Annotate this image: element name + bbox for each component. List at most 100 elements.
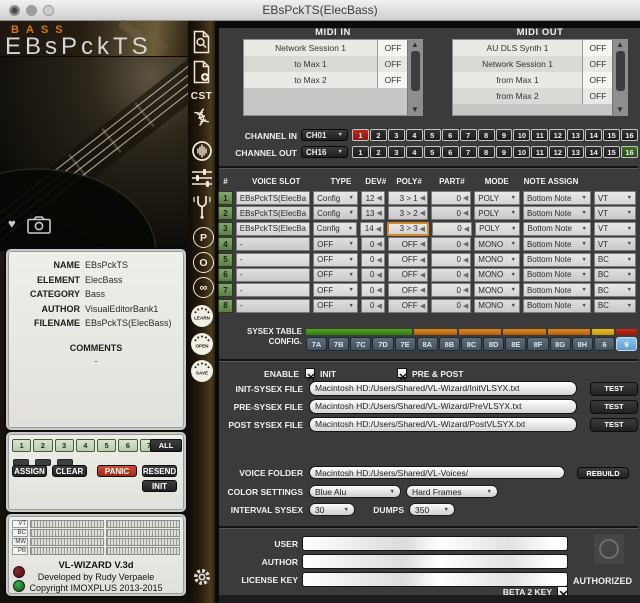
stepper-arrow-icon[interactable]: ◀ bbox=[376, 271, 381, 279]
channel-in-select[interactable]: CH01▼ bbox=[301, 129, 348, 141]
slot-number[interactable]: 3 bbox=[218, 222, 233, 236]
midi-port-state[interactable]: OFF bbox=[377, 40, 408, 56]
slot-number[interactable]: 8 bbox=[218, 299, 233, 313]
slot-all-button[interactable]: ALL bbox=[150, 439, 182, 452]
mode-select[interactable]: MONO▼ bbox=[474, 283, 520, 297]
poly-number-stepper[interactable]: 3 > 2◀ bbox=[388, 206, 428, 220]
settings-gear-icon[interactable] bbox=[189, 564, 214, 595]
meter-multislider[interactable] bbox=[30, 538, 104, 546]
channel-button[interactable]: 8 bbox=[478, 146, 495, 158]
clear-button[interactable]: CLEAR bbox=[52, 465, 87, 477]
midi-port-row[interactable]: to Max 2 OFF bbox=[244, 72, 408, 88]
part-number-stepper[interactable]: 0◀ bbox=[431, 253, 471, 267]
note-assign-select[interactable]: Bottom Note▼ bbox=[523, 206, 591, 220]
sysex-config-button[interactable]: 6 bbox=[594, 337, 615, 351]
slot-name-field[interactable]: - bbox=[236, 283, 310, 297]
poly-number-stepper[interactable]: OFF◀ bbox=[388, 237, 428, 251]
dev-number-stepper[interactable]: 0◀ bbox=[361, 253, 385, 267]
init-enable-checkbox[interactable] bbox=[305, 368, 315, 378]
stepper-arrow-icon[interactable]: ◀ bbox=[420, 225, 425, 233]
channel-button[interactable]: 9 bbox=[496, 129, 513, 141]
note-assign-select[interactable]: Bottom Note▼ bbox=[523, 222, 591, 236]
stepper-arrow-icon[interactable]: ◀ bbox=[376, 209, 381, 217]
sysex-config-button[interactable]: 7C bbox=[350, 337, 371, 351]
poly-number-stepper[interactable]: 3 > 1◀ bbox=[388, 191, 428, 205]
channel-button[interactable]: 5 bbox=[424, 146, 441, 158]
sysex-file-field[interactable]: Macintosh HD:/Users/Shared/VL-Wizard/Pre… bbox=[309, 399, 577, 414]
sysex-config-button[interactable]: 7A bbox=[306, 337, 327, 351]
channel-button[interactable]: 2 bbox=[370, 146, 387, 158]
poly-number-stepper[interactable]: OFF◀ bbox=[388, 283, 428, 297]
rebuild-button[interactable]: REBUILD bbox=[577, 467, 629, 479]
stepper-arrow-icon[interactable]: ◀ bbox=[376, 194, 381, 202]
channel-button[interactable]: 8 bbox=[478, 129, 495, 141]
test-button[interactable]: TEST bbox=[590, 382, 638, 396]
midi-port-row[interactable]: Network Session 1 OFF bbox=[453, 56, 613, 72]
user-field[interactable] bbox=[302, 536, 568, 551]
sysex-config-button[interactable]: 8E bbox=[505, 337, 526, 351]
channel-button[interactable]: 1 bbox=[352, 129, 369, 141]
sysex-config-button[interactable]: 8A bbox=[417, 337, 438, 351]
controller-select[interactable]: VT▼ bbox=[594, 191, 636, 205]
sysex-file-field[interactable]: Macintosh HD:/Users/Shared/VL-Wizard/Pos… bbox=[309, 417, 577, 432]
slot-select-button[interactable]: 2 bbox=[33, 439, 52, 452]
stepper-arrow-icon[interactable]: ◀ bbox=[376, 240, 381, 248]
poly-number-stepper[interactable]: OFF◀ bbox=[388, 299, 428, 313]
controller-select[interactable]: VT▼ bbox=[594, 237, 636, 251]
type-select[interactable]: Config▼ bbox=[313, 206, 358, 220]
stepper-arrow-icon[interactable]: ◀ bbox=[420, 256, 425, 264]
waveform-target-icon[interactable] bbox=[189, 139, 214, 168]
channel-button[interactable]: 11 bbox=[531, 129, 548, 141]
test-button[interactable]: TEST bbox=[590, 418, 638, 432]
type-select[interactable]: OFF▼ bbox=[313, 283, 358, 297]
channel-button[interactable]: 15 bbox=[603, 129, 620, 141]
snapshot-camera-icon[interactable] bbox=[27, 216, 51, 239]
channel-button[interactable]: 14 bbox=[585, 146, 602, 158]
scroll-down-arrow[interactable]: ▼ bbox=[411, 105, 419, 115]
stepper-arrow-icon[interactable]: ◀ bbox=[463, 240, 468, 248]
channel-button[interactable]: 13 bbox=[567, 146, 584, 158]
author-field[interactable] bbox=[302, 554, 568, 569]
slot-name-field[interactable]: EBsPckTS(ElecBa bbox=[236, 222, 310, 236]
note-assign-select[interactable]: Bottom Note▼ bbox=[523, 237, 591, 251]
titlebar[interactable]: EBsPckTS(ElecBass) bbox=[0, 0, 640, 21]
channel-button[interactable]: 12 bbox=[549, 146, 566, 158]
note-assign-select[interactable]: Bottom Note▼ bbox=[523, 191, 591, 205]
mixer-sliders-icon[interactable] bbox=[189, 168, 214, 193]
stepper-arrow-icon[interactable]: ◀ bbox=[464, 225, 469, 233]
program-p-icon[interactable]: P bbox=[191, 227, 216, 248]
stepper-arrow-icon[interactable]: ◀ bbox=[420, 240, 425, 248]
stepper-arrow-icon[interactable]: ◀ bbox=[376, 286, 381, 294]
channel-button[interactable]: 1 bbox=[352, 146, 369, 158]
note-assign-select[interactable]: Bottom Note▼ bbox=[523, 253, 591, 267]
test-button[interactable]: TEST bbox=[590, 400, 638, 414]
channel-button[interactable]: 16 bbox=[621, 146, 638, 158]
dev-number-stepper[interactable]: 13◀ bbox=[361, 206, 385, 220]
midi-port-row[interactable]: to Max 1 OFF bbox=[244, 56, 408, 72]
dev-number-stepper[interactable]: 0◀ bbox=[361, 237, 385, 251]
color-scheme-select[interactable]: Blue Alu▼ bbox=[309, 485, 401, 498]
meter-multislider[interactable] bbox=[106, 520, 180, 528]
tuning-fork-icon[interactable] bbox=[189, 194, 214, 225]
mode-select[interactable]: POLY▼ bbox=[474, 206, 520, 220]
stepper-arrow-icon[interactable]: ◀ bbox=[463, 286, 468, 294]
midi-in-scrollbar[interactable]: ▲ ▼ bbox=[407, 40, 422, 115]
mode-select[interactable]: MONO▼ bbox=[474, 299, 520, 313]
note-assign-select[interactable]: Bottom Note▼ bbox=[523, 268, 591, 282]
license-key-field[interactable] bbox=[302, 572, 568, 587]
part-number-stepper[interactable]: 0◀ bbox=[431, 299, 471, 313]
channel-button[interactable]: 11 bbox=[531, 146, 548, 158]
type-select[interactable]: Config▼ bbox=[313, 191, 358, 205]
stepper-arrow-icon[interactable]: ◀ bbox=[376, 302, 381, 310]
slot-name-field[interactable]: EBsPckTS(ElecBa bbox=[236, 191, 310, 205]
slot-number[interactable]: 1 bbox=[218, 191, 233, 205]
stepper-arrow-icon[interactable]: ◀ bbox=[463, 256, 468, 264]
controller-select[interactable]: BC▼ bbox=[594, 283, 636, 297]
slot-number[interactable]: 4 bbox=[218, 237, 233, 251]
channel-button[interactable]: 4 bbox=[406, 129, 423, 141]
channel-button[interactable]: 10 bbox=[513, 129, 530, 141]
dev-number-stepper[interactable]: 12◀ bbox=[361, 191, 385, 205]
slot-select-button[interactable]: 1 bbox=[12, 439, 31, 452]
controller-select[interactable]: BC▼ bbox=[594, 299, 636, 313]
sysex-config-button[interactable]: 8G bbox=[550, 337, 571, 351]
